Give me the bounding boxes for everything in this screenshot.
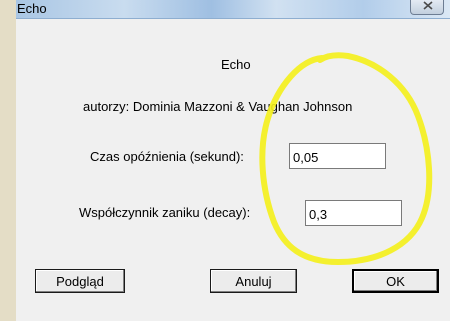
echo-dialog-window: Echo Echo autorzy: Dominia Mazzoni & Vau… [16, 0, 450, 321]
title-bar[interactable]: Echo [16, 0, 450, 19]
ok-button[interactable]: OK [352, 269, 439, 293]
decay-input[interactable] [305, 200, 402, 226]
delay-label: Czas opóźnienia (sekund): [90, 149, 244, 164]
window-title: Echo [17, 1, 47, 16]
close-icon [423, 1, 433, 10]
dialog-content: Echo autorzy: Dominia Mazzoni & Vaughan … [16, 19, 450, 321]
decay-label: Współczynnik zaniku (decay): [79, 205, 251, 220]
preview-button[interactable]: Podgląd [35, 269, 125, 293]
dialog-heading: Echo [221, 57, 251, 72]
delay-input[interactable] [289, 143, 386, 169]
authors-text: autorzy: Dominia Mazzoni & Vaughan Johns… [83, 99, 353, 114]
close-button[interactable] [410, 0, 444, 15]
cancel-button[interactable]: Anuluj [210, 269, 297, 293]
